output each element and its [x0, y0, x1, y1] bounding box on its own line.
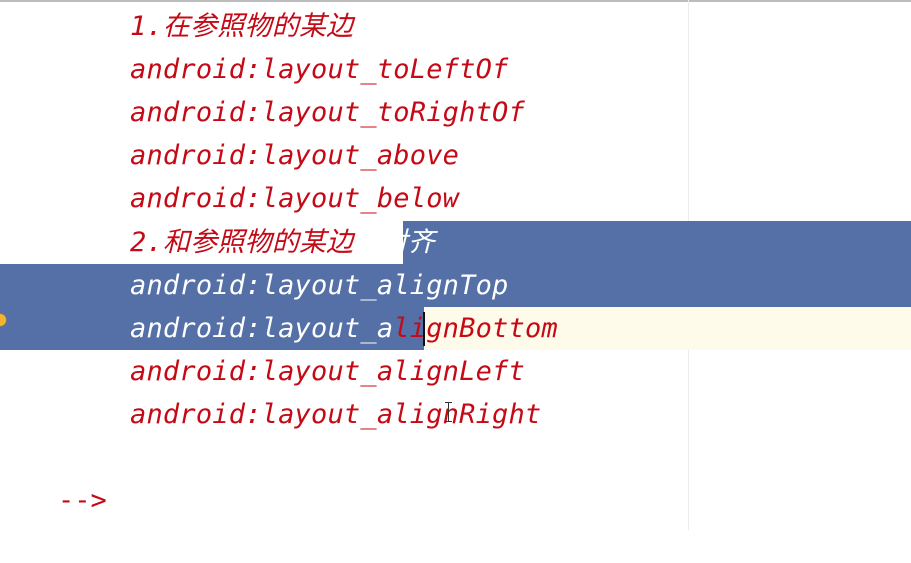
code-line[interactable]: android:layout_alignLeft	[130, 350, 525, 393]
code-line[interactable]: android:layout_above	[130, 134, 459, 177]
text-cursor-icon	[445, 400, 453, 424]
code-line[interactable]: android:layout_alignTop	[130, 264, 508, 307]
code-line[interactable]: android:layout_alignBottom	[130, 307, 558, 350]
code-line[interactable]: android:layout_alignRight	[130, 393, 541, 436]
code-line[interactable]: android:layout_toRightOf	[130, 91, 525, 134]
code-line-unselected: lignBottom	[393, 313, 558, 344]
code-line-unselected: 2.和参照物的某边	[130, 227, 354, 258]
text-selection	[403, 221, 911, 264]
text-caret	[423, 312, 425, 346]
code-line[interactable]: 2.和参照物的某边线对齐	[130, 221, 435, 264]
code-line[interactable]: 1.在参照物的某边	[130, 5, 353, 48]
code-line-selected: android:layout_a	[130, 313, 394, 344]
code-line[interactable]: android:layout_below	[130, 177, 459, 220]
comment-end[interactable]: -->	[58, 479, 107, 522]
code-line[interactable]: android:layout_toLeftOf	[130, 48, 508, 91]
editor-top-border	[0, 0, 911, 2]
code-line-selected: 线对齐	[353, 227, 435, 258]
